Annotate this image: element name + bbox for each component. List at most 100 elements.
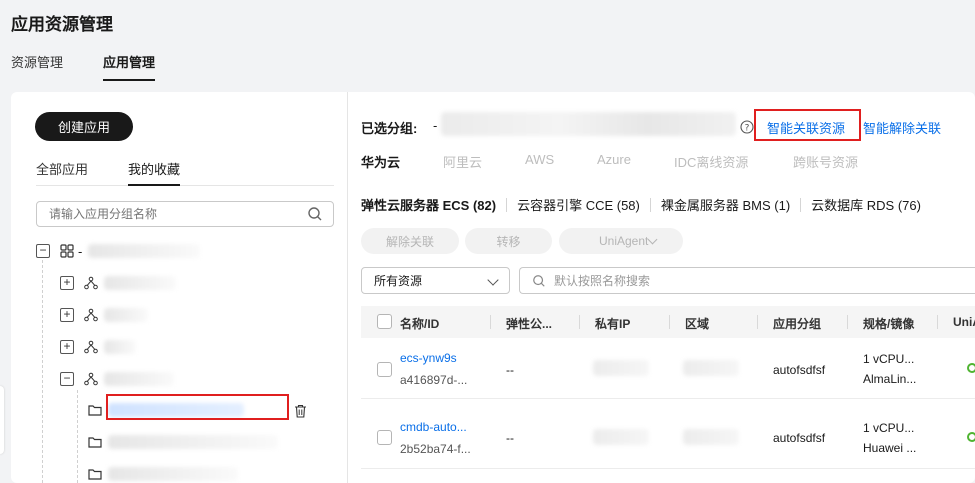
- resource-id: 2b52ba74-f...: [400, 442, 471, 456]
- redacted-group-name: [441, 112, 736, 136]
- tab-rds[interactable]: 云数据库 RDS (76): [811, 195, 921, 214]
- resource-panel: 已选分组: - ? 智能关联资源 智能解除关联 华为云 阿里云 AWS Azur…: [349, 92, 975, 483]
- tab-all-apps[interactable]: 全部应用: [36, 159, 88, 186]
- collapse-icon[interactable]: −: [60, 372, 74, 386]
- spec-value: 1 vCPU...: [863, 352, 915, 366]
- folder-icon: [88, 405, 102, 416]
- tab-aws[interactable]: AWS: [525, 152, 597, 171]
- redacted-region: [683, 360, 739, 376]
- uniagent-label: UniAgent: [599, 234, 649, 248]
- app-group-value: autofsdfsf: [773, 431, 826, 445]
- redacted-label: [104, 308, 148, 322]
- image-value: AlmaLin...: [863, 372, 917, 386]
- tree-node[interactable]: +: [60, 305, 148, 325]
- search-icon: [533, 275, 545, 287]
- column-divider: [669, 315, 670, 329]
- group-search-input[interactable]: [36, 201, 334, 227]
- table-header: 名称/ID 弹性公... 私有IP 区域 应用分组 规格/镜像 UniA: [361, 306, 975, 338]
- tree-guide-line: [77, 390, 78, 483]
- redacted-ip: [593, 360, 649, 376]
- redacted-label: [88, 244, 201, 258]
- row-checkbox[interactable]: [377, 430, 392, 445]
- tree-node[interactable]: +: [60, 273, 176, 293]
- folder-icon: [88, 437, 102, 448]
- tree-guide-line: [42, 260, 43, 483]
- tab-idc-offline[interactable]: IDC离线资源: [674, 152, 793, 171]
- page-title: 应用资源管理: [11, 15, 113, 34]
- tree-node[interactable]: −: [60, 369, 174, 389]
- column-divider: [490, 315, 491, 329]
- row-divider: [361, 468, 975, 469]
- row-divider: [361, 398, 975, 399]
- column-uniagent[interactable]: UniA: [953, 315, 975, 329]
- column-divider: [579, 315, 580, 329]
- resource-search-input[interactable]: 默认按照名称搜索: [519, 267, 975, 294]
- resource-search-placeholder: 默认按照名称搜索: [554, 274, 651, 288]
- row-checkbox[interactable]: [377, 362, 392, 377]
- app-tree-panel: 创建应用 全部应用 我的收藏 − - +: [11, 92, 348, 483]
- network-icon: [84, 276, 98, 290]
- tab-aliyun[interactable]: 阿里云: [443, 152, 525, 171]
- tab-bms[interactable]: 裸金属服务器 BMS (1): [661, 195, 790, 214]
- create-app-button[interactable]: 创建应用: [35, 112, 133, 141]
- tab-application-management[interactable]: 应用管理: [103, 52, 156, 81]
- resource-name-link[interactable]: cmdb-auto...: [400, 420, 467, 434]
- tab-azure[interactable]: Azure: [597, 152, 674, 171]
- highlight-box: [754, 109, 861, 141]
- transfer-button[interactable]: 转移: [465, 228, 552, 254]
- app-grid-icon: [60, 244, 74, 258]
- unlink-button[interactable]: 解除关联: [361, 228, 459, 254]
- redacted-region: [683, 429, 739, 445]
- search-icon[interactable]: [307, 206, 323, 222]
- column-divider: [937, 315, 938, 329]
- tab-cross-account[interactable]: 跨账号资源: [793, 152, 883, 171]
- expand-icon[interactable]: +: [60, 340, 74, 354]
- redacted-ip: [593, 429, 649, 445]
- smart-unlink-link[interactable]: 智能解除关联: [863, 118, 941, 137]
- tab-resource-management[interactable]: 资源管理: [11, 52, 63, 81]
- highlight-box: [106, 394, 289, 420]
- column-app-group[interactable]: 应用分组: [773, 315, 821, 332]
- resource-id: a416897d-...: [400, 373, 468, 387]
- chevron-down-icon: [647, 234, 658, 245]
- resource-filter-select[interactable]: 所有资源: [361, 267, 510, 294]
- help-icon[interactable]: ?: [740, 120, 754, 134]
- resource-name-link[interactable]: ecs-ynw9s: [400, 351, 457, 365]
- column-spec-image[interactable]: 规格/镜像: [863, 315, 914, 332]
- status-ok-icon: [967, 363, 975, 373]
- uniagent-dropdown[interactable]: UniAgent: [559, 228, 683, 254]
- redacted-label: [104, 372, 174, 386]
- tab-my-favorites[interactable]: 我的收藏: [128, 159, 181, 186]
- select-all-checkbox[interactable]: [377, 314, 392, 329]
- expand-icon[interactable]: +: [60, 308, 74, 322]
- tree-root[interactable]: − -: [36, 241, 201, 261]
- delete-icon[interactable]: [294, 404, 307, 418]
- selected-group-label: 已选分组:: [361, 121, 418, 136]
- tab-ecs[interactable]: 弹性云服务器 ECS (82): [361, 195, 496, 214]
- tree-leaf[interactable]: [88, 432, 278, 452]
- tree-node[interactable]: +: [60, 337, 136, 357]
- tab-cce[interactable]: 云容器引擎 CCE (58): [517, 195, 640, 214]
- divider: [649, 197, 651, 212]
- column-divider: [757, 315, 758, 329]
- eip-value: --: [506, 363, 514, 377]
- app-filter-tabs: 全部应用 我的收藏: [36, 159, 334, 186]
- tree-root-label: -: [78, 243, 83, 259]
- collapse-icon[interactable]: −: [36, 244, 50, 258]
- status-ok-icon: [967, 432, 975, 442]
- eip-value: --: [506, 431, 514, 445]
- redacted-label: [108, 435, 278, 449]
- tree-leaf[interactable]: [88, 464, 238, 483]
- selected-group-value: -: [433, 118, 438, 133]
- column-eip[interactable]: 弹性公...: [506, 315, 552, 332]
- column-name-id[interactable]: 名称/ID: [400, 315, 439, 332]
- tab-huawei-cloud[interactable]: 华为云: [361, 152, 443, 171]
- redacted-label: [104, 340, 136, 354]
- side-drawer-handle[interactable]: [0, 386, 4, 454]
- column-region[interactable]: 区域: [685, 315, 709, 332]
- network-icon: [84, 308, 98, 322]
- folder-icon: [88, 469, 102, 480]
- expand-icon[interactable]: +: [60, 276, 74, 290]
- divider: [800, 197, 802, 212]
- column-private-ip[interactable]: 私有IP: [595, 315, 630, 332]
